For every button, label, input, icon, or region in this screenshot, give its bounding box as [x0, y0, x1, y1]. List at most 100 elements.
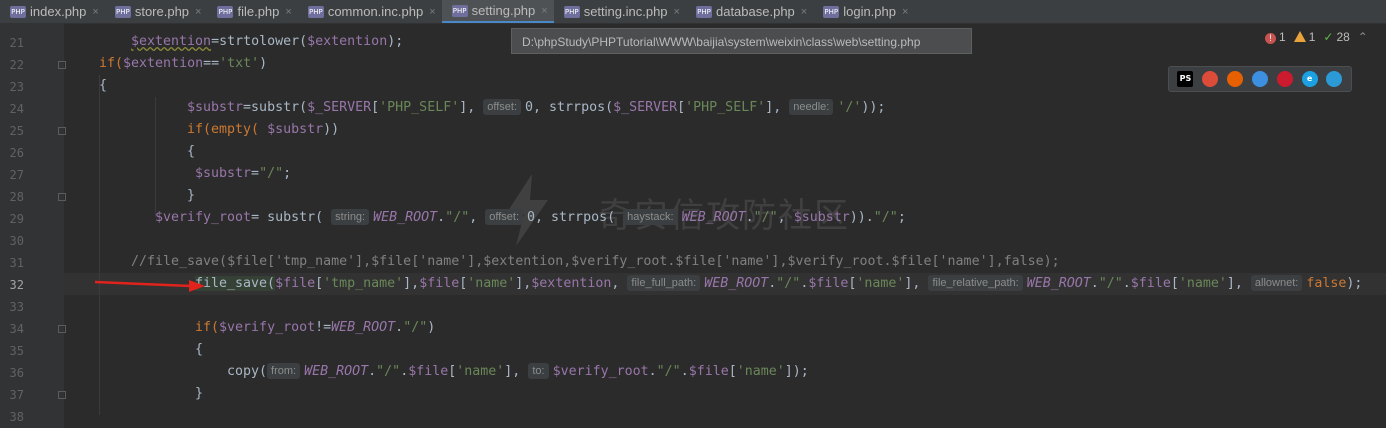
- code-line-28[interactable]: }: [187, 185, 195, 207]
- parameter-hint: offset:: [485, 209, 524, 225]
- token-comment: //file_save($file['tmp_name'],$file['nam…: [131, 254, 1060, 269]
- tab-label: setting.inc.php: [583, 4, 668, 19]
- code-line-35[interactable]: {: [195, 339, 203, 361]
- token: ],: [515, 276, 532, 291]
- code-line-36[interactable]: copy(from: WEB_ROOT."/".$file['name'], to…: [227, 361, 809, 383]
- token: .: [1090, 276, 1099, 291]
- token-var: $substr: [195, 166, 252, 181]
- token: .: [745, 210, 754, 225]
- token: =substr(: [243, 100, 308, 115]
- code-line-25[interactable]: if(empty( $substr)): [187, 119, 339, 141]
- fold-marker-icon[interactable]: [58, 193, 66, 201]
- token-var: $file: [688, 364, 729, 379]
- chrome-icon[interactable]: [1202, 71, 1219, 87]
- token: .: [400, 364, 409, 379]
- token-string: 'PHP_SELF': [379, 100, 460, 115]
- close-icon[interactable]: ×: [285, 6, 291, 18]
- inspection-status[interactable]: ! 1 1 ✓ 28 ⌃: [1265, 30, 1368, 44]
- token-string: "/": [259, 166, 284, 181]
- code-line-27[interactable]: $substr="/";: [195, 163, 291, 185]
- token-constant: WEB_ROOT: [304, 364, 369, 379]
- token-string: 'name': [1178, 276, 1227, 291]
- code-line-34[interactable]: if($verify_root!=WEB_ROOT."/"): [195, 317, 435, 339]
- token: .: [368, 364, 377, 379]
- token-function: file_save(: [195, 276, 276, 291]
- line-number: 27: [9, 168, 24, 182]
- token-var: $extention: [131, 34, 212, 49]
- token: ],: [403, 276, 420, 291]
- line-number-gutter: 21 22 23 24 25 26 27 28 29 30 31 32 33 34 35 36 37 38: [0, 23, 66, 428]
- safari-icon[interactable]: [1251, 71, 1268, 87]
- tab-common-inc-php[interactable]: PHP common.inc.php ×: [298, 0, 442, 23]
- tab-setting-inc-php[interactable]: PHP setting.inc.php ×: [554, 0, 686, 23]
- token: ;: [897, 210, 906, 225]
- token-var: $verify_root: [552, 364, 649, 379]
- close-icon[interactable]: ×: [429, 6, 435, 18]
- error-icon: !: [1265, 33, 1276, 44]
- code-line-24[interactable]: $substr=substr($_SERVER['PHP_SELF'], off…: [187, 97, 885, 119]
- ok-count[interactable]: ✓ 28: [1323, 30, 1349, 44]
- token-string: 'name': [736, 364, 785, 379]
- token: )).: [849, 210, 874, 225]
- opera-icon[interactable]: [1276, 71, 1293, 87]
- code-line-22[interactable]: if($extention=='txt'): [99, 53, 267, 75]
- token: );: [1346, 276, 1363, 291]
- token-var: $file: [419, 276, 460, 291]
- ie-icon[interactable]: e: [1301, 71, 1318, 87]
- code-line-21[interactable]: $extention=strtolower($extention);: [131, 31, 403, 53]
- tab-login-php[interactable]: PHP login.php ×: [813, 0, 914, 23]
- code-line-23[interactable]: {: [99, 75, 107, 97]
- tab-file-php[interactable]: PHP file.php ×: [207, 0, 297, 23]
- line-number: 37: [9, 388, 24, 402]
- chevron-up-icon[interactable]: ⌃: [1358, 30, 1368, 44]
- warning-count[interactable]: 1: [1293, 30, 1315, 44]
- close-icon[interactable]: ×: [801, 6, 807, 18]
- tab-setting-php[interactable]: PHP setting.php ×: [441, 0, 554, 23]
- edge-icon[interactable]: [1326, 71, 1343, 87]
- token: [: [315, 276, 324, 291]
- code-line-26[interactable]: {: [187, 141, 195, 163]
- token: {: [99, 78, 108, 93]
- firefox-icon[interactable]: [1227, 71, 1244, 87]
- token: ): [427, 320, 436, 335]
- php-file-icon: PHP: [217, 5, 234, 18]
- parameter-hint: offset:: [483, 99, 522, 115]
- token: ,: [469, 210, 478, 225]
- line-number: 21: [9, 36, 24, 50]
- close-icon[interactable]: ×: [674, 6, 680, 18]
- fold-marker-icon[interactable]: [58, 391, 66, 399]
- phpstorm-icon[interactable]: PS: [1177, 71, 1194, 87]
- token-string: 'txt': [219, 56, 260, 71]
- close-icon[interactable]: ×: [195, 6, 201, 18]
- token: ],: [765, 100, 782, 115]
- check-icon: ✓: [1323, 30, 1334, 44]
- token: = substr(: [251, 210, 324, 225]
- tab-label: database.php: [715, 4, 795, 19]
- close-icon[interactable]: ×: [92, 6, 98, 18]
- parameter-hint: allownet:: [1250, 275, 1303, 291]
- fold-marker-icon[interactable]: [58, 127, 66, 135]
- token: ],: [459, 100, 476, 115]
- line-number: 34: [9, 322, 24, 336]
- close-icon[interactable]: ×: [902, 6, 908, 18]
- code-line-37[interactable]: }: [195, 383, 203, 405]
- tab-index-php[interactable]: PHP index.php ×: [0, 0, 105, 23]
- fold-marker-icon[interactable]: [58, 61, 66, 69]
- php-file-icon: PHP: [114, 5, 131, 18]
- code-line-29[interactable]: $verify_root= substr( string: WEB_ROOT."/…: [155, 207, 906, 229]
- fold-marker-icon[interactable]: [58, 325, 66, 333]
- tab-store-php[interactable]: PHP store.php ×: [105, 0, 208, 23]
- error-count[interactable]: ! 1: [1265, 30, 1286, 44]
- token: ));: [861, 100, 886, 115]
- code-line-32[interactable]: file_save($file['tmp_name'],$file['name'…: [195, 273, 1362, 295]
- token: !=: [315, 320, 332, 335]
- token: .: [1122, 276, 1131, 291]
- token: [: [1170, 276, 1179, 291]
- tab-database-php[interactable]: PHP database.php ×: [686, 0, 813, 23]
- token-string: "/": [403, 320, 428, 335]
- code-line-31[interactable]: //file_save($file['tmp_name'],$file['nam…: [131, 251, 1060, 273]
- token: ==: [203, 56, 220, 71]
- close-icon[interactable]: ×: [541, 5, 547, 17]
- ok-count-label: 28: [1336, 30, 1350, 44]
- parameter-hint: string:: [331, 209, 370, 225]
